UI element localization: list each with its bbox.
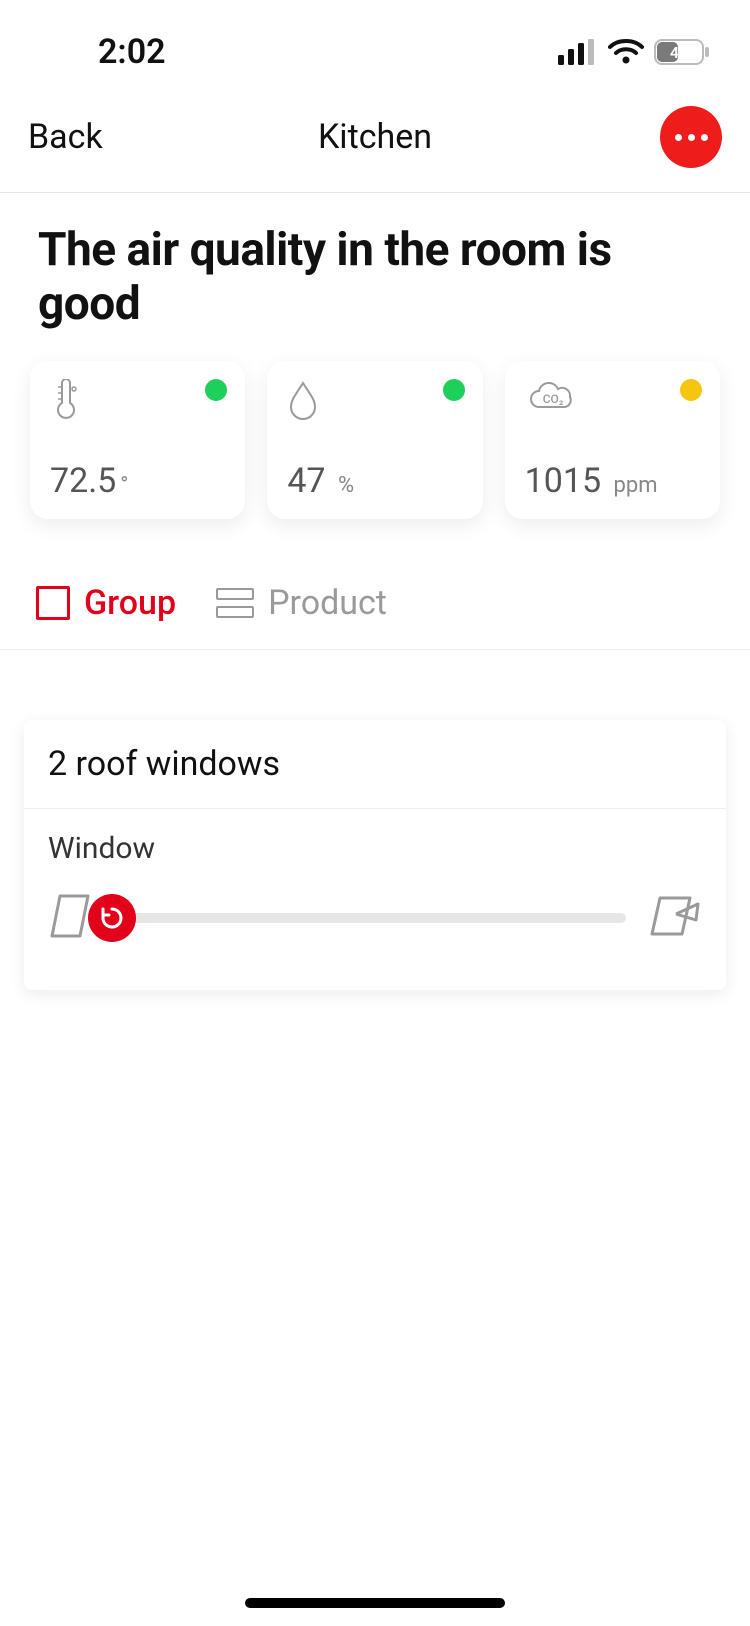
humidity-card[interactable]: 47 % bbox=[267, 361, 482, 519]
tab-label: Group bbox=[84, 583, 176, 623]
battery-icon: 45 bbox=[654, 39, 710, 65]
temperature-value: 72.5° bbox=[50, 461, 225, 501]
tab-group[interactable]: Group bbox=[36, 583, 176, 623]
page-title: Kitchen bbox=[318, 117, 432, 157]
svg-text:CO₂: CO₂ bbox=[542, 392, 563, 406]
list-icon bbox=[216, 588, 254, 618]
home-indicator[interactable] bbox=[245, 1598, 505, 1608]
temperature-card[interactable]: 72.5° bbox=[30, 361, 245, 519]
co2-icon: CO₂ bbox=[525, 379, 700, 421]
back-button[interactable]: Back bbox=[28, 117, 103, 157]
window-closed-icon bbox=[48, 890, 92, 946]
metric-cards: 72.5° 47 % CO₂ 1015 ppm bbox=[0, 355, 750, 549]
cellular-icon bbox=[558, 39, 598, 65]
tab-product[interactable]: Product bbox=[216, 583, 387, 623]
droplet-icon bbox=[287, 379, 462, 421]
air-quality-headline: The air quality in the room is good bbox=[0, 193, 750, 355]
status-bar: 2:02 45 bbox=[0, 0, 750, 90]
square-icon bbox=[36, 586, 70, 620]
humidity-value: 47 % bbox=[287, 461, 462, 501]
view-tabs: Group Product bbox=[0, 549, 750, 650]
status-right: 45 bbox=[558, 39, 710, 65]
tab-label: Product bbox=[268, 583, 387, 623]
co2-value: 1015 ppm bbox=[525, 461, 700, 501]
window-slider-row bbox=[48, 890, 702, 946]
window-open-icon bbox=[646, 890, 702, 946]
co2-card[interactable]: CO₂ 1015 ppm bbox=[505, 361, 720, 519]
window-slider[interactable] bbox=[112, 913, 626, 923]
nav-bar: Back Kitchen bbox=[0, 90, 750, 193]
slider-thumb[interactable] bbox=[88, 894, 136, 942]
more-button[interactable] bbox=[660, 106, 722, 168]
dots-icon bbox=[675, 134, 682, 141]
thermometer-icon bbox=[50, 379, 225, 421]
status-time: 2:02 bbox=[98, 32, 166, 72]
panel-title[interactable]: 2 roof windows bbox=[24, 720, 726, 809]
windows-panel: 2 roof windows Window bbox=[24, 720, 726, 990]
refresh-icon bbox=[99, 905, 125, 931]
svg-text:45: 45 bbox=[670, 43, 688, 62]
status-dot bbox=[680, 379, 702, 401]
window-item-label: Window bbox=[48, 831, 702, 866]
status-dot bbox=[443, 379, 465, 401]
wifi-icon bbox=[608, 39, 644, 65]
